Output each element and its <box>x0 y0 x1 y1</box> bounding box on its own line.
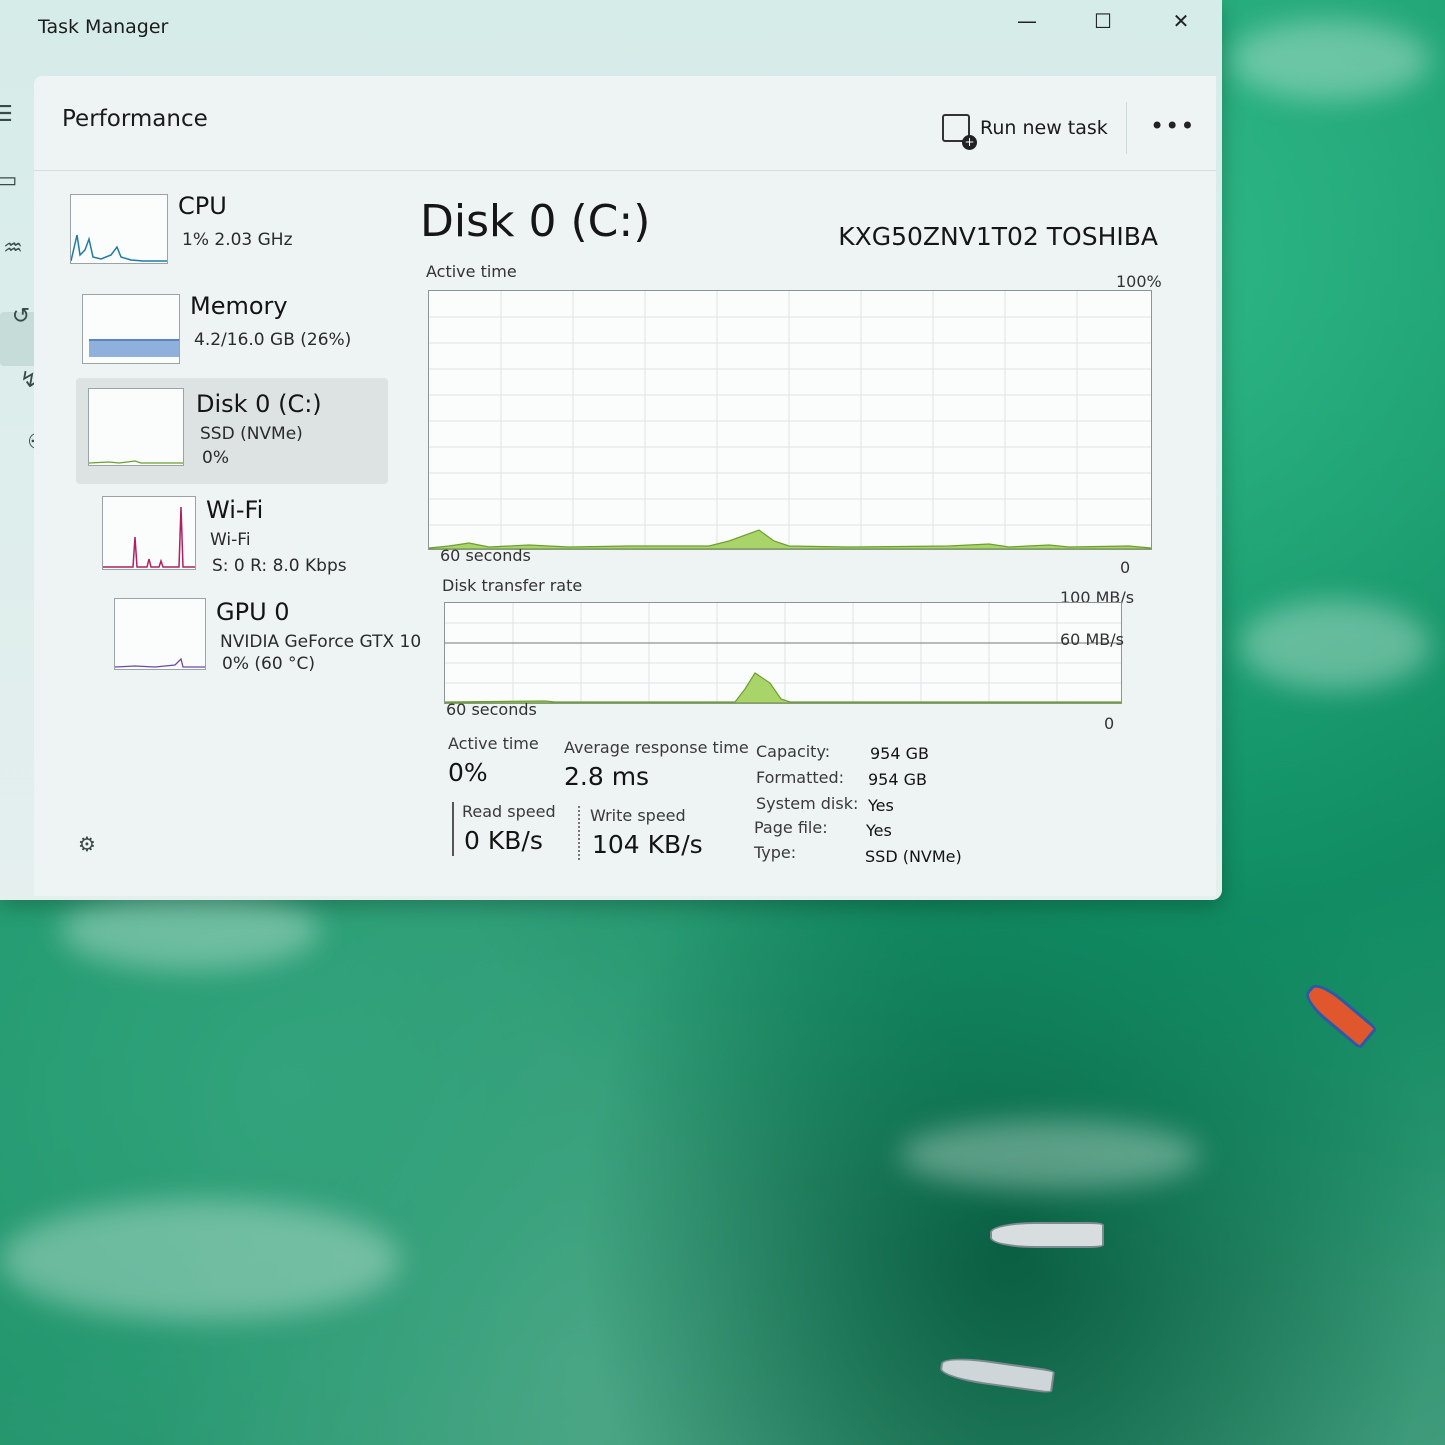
active-time-graph-label: Active time <box>426 262 517 281</box>
performance-icon[interactable]: ♒ <box>0 232 30 266</box>
type-value: SSD (NVMe) <box>865 847 962 866</box>
minimize-button[interactable]: — <box>1004 4 1050 38</box>
active-time-graph-max: 100% <box>1116 272 1162 291</box>
more-options-icon[interactable]: ••• <box>1150 112 1195 140</box>
device-stat: 0% <box>202 448 229 468</box>
device-stat: Wi-Fi <box>210 530 251 550</box>
write-speed-marker <box>578 806 580 860</box>
page-title: Performance <box>62 106 208 132</box>
device-stat: SSD (NVMe) <box>200 424 303 444</box>
run-task-icon <box>942 114 977 150</box>
app-title: Task Manager <box>38 16 169 38</box>
boat-image <box>1300 978 1378 1050</box>
capacity-label: Capacity: <box>756 742 831 761</box>
device-name: Wi-Fi <box>206 496 264 524</box>
page-file-label: Page file: <box>754 818 828 837</box>
disk-thumbnail-graph <box>88 388 184 466</box>
divider <box>1126 102 1127 154</box>
wifi-thumbnail-graph <box>102 496 196 570</box>
write-speed-value: 104 KB/s <box>592 830 703 859</box>
app-history-icon[interactable]: ↺ <box>4 300 38 334</box>
device-stat: 4.2/16.0 GB (26%) <box>194 330 352 350</box>
disk-title: Disk 0 (C:) <box>420 196 651 247</box>
avg-response-time-value: 2.8 ms <box>564 762 650 791</box>
device-item-cpu[interactable]: CPU 1% 2.03 GHz <box>64 186 394 286</box>
device-name: CPU <box>178 192 227 220</box>
active-time-graph <box>428 290 1152 550</box>
capacity-value: 954 GB <box>870 744 929 763</box>
task-manager-window: Task Manager — ☐ ✕ ☰ ▭ ♒ ↺ ↯ ⚇ ☷ ⚙ Perfo… <box>0 0 1222 900</box>
read-speed-label: Read speed <box>462 802 556 821</box>
page-header: Performance Run new task ••• <box>34 76 1216 171</box>
device-stat: 1% 2.03 GHz <box>182 230 293 250</box>
device-stat: NVIDIA GeForce GTX 10 <box>220 632 422 652</box>
device-item-disk-0[interactable]: Disk 0 (C:) SSD (NVMe) 0% <box>76 378 388 484</box>
device-stat: S: 0 R: 8.0 Kbps <box>212 556 347 576</box>
system-disk-value: Yes <box>868 796 894 815</box>
active-time-graph-min: 0 <box>1120 558 1131 577</box>
title-bar: Task Manager — ☐ ✕ <box>0 0 1222 60</box>
disk-model: KXG50ZNV1T02 TOSHIBA <box>838 222 1158 251</box>
device-item-gpu-0[interactable]: GPU 0 NVIDIA GeForce GTX 10 0% (60 °C) <box>106 592 436 692</box>
boat-image <box>990 1222 1104 1248</box>
hamburger-menu-icon[interactable]: ☰ <box>0 98 20 132</box>
page-file-value: Yes <box>866 821 892 840</box>
close-button[interactable]: ✕ <box>1158 4 1204 38</box>
device-name: GPU 0 <box>216 598 290 626</box>
boat-image <box>938 1354 1056 1394</box>
device-item-memory[interactable]: Memory 4.2/16.0 GB (26%) <box>76 286 406 386</box>
write-speed-label: Write speed <box>590 806 686 825</box>
processes-icon[interactable]: ▭ <box>0 164 24 198</box>
transfer-rate-graph-label: Disk transfer rate <box>442 576 583 595</box>
performance-page: Performance Run new task ••• CPU 1% 2.03… <box>34 76 1216 896</box>
active-time-graph-time: 60 seconds <box>440 546 531 565</box>
read-speed-marker <box>452 802 454 856</box>
system-disk-label: System disk: <box>756 794 859 813</box>
type-label: Type: <box>754 843 797 862</box>
maximize-button[interactable]: ☐ <box>1080 4 1126 38</box>
transfer-rate-graph-mid: 60 MB/s <box>1060 630 1124 649</box>
avg-response-time-label: Average response time <box>564 738 749 757</box>
device-name: Disk 0 (C:) <box>196 390 322 418</box>
device-item-wifi[interactable]: Wi-Fi Wi-Fi S: 0 R: 8.0 Kbps <box>94 490 424 590</box>
device-stat: 0% (60 °C) <box>222 654 316 674</box>
formatted-label: Formatted: <box>756 768 845 787</box>
transfer-rate-graph-min: 0 <box>1104 714 1115 733</box>
transfer-rate-graph-time: 60 seconds <box>446 700 537 719</box>
settings-icon[interactable]: ⚙ <box>78 832 96 856</box>
active-time-value: 0% <box>448 758 488 787</box>
run-new-task-label: Run new task <box>980 117 1108 139</box>
cpu-thumbnail-graph <box>70 194 168 264</box>
run-new-task-button[interactable]: Run new task <box>942 114 1108 150</box>
memory-thumbnail-graph <box>82 294 180 364</box>
read-speed-value: 0 KB/s <box>464 826 543 855</box>
formatted-value: 954 GB <box>868 770 927 789</box>
transfer-rate-graph <box>444 602 1122 704</box>
gpu-thumbnail-graph <box>114 598 206 670</box>
device-name: Memory <box>190 292 288 320</box>
active-time-label: Active time <box>448 734 539 753</box>
